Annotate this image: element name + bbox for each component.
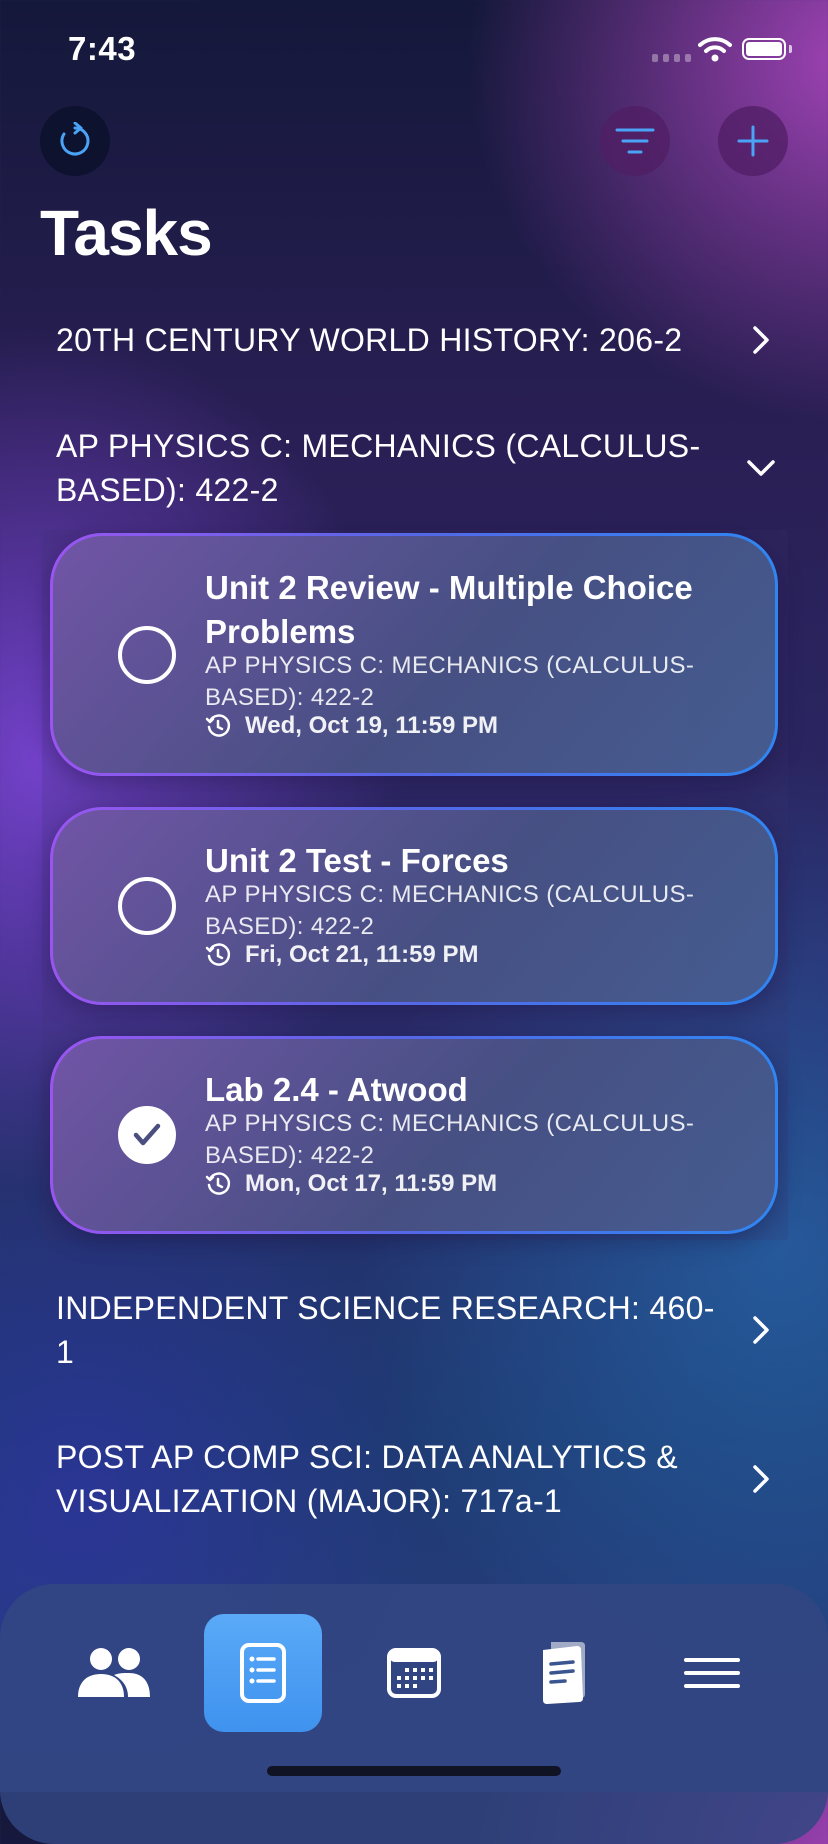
plus-icon (737, 125, 769, 157)
task-course: AP PHYSICS C: MECHANICS (CALCULUS-BASED)… (205, 652, 695, 711)
course-label: 20TH CENTURY WORLD HISTORY: 206-2 (56, 322, 683, 358)
tab-calendar[interactable] (355, 1614, 473, 1732)
chevron-down-icon (746, 459, 776, 477)
course-header-science-research[interactable]: INDEPENDENT SCIENCE RESEARCH: 460-1 (56, 1286, 776, 1374)
filter-icon (615, 128, 655, 154)
calendar-icon (387, 1648, 441, 1698)
home-indicator (267, 1766, 561, 1776)
tasks-list-icon (240, 1643, 286, 1703)
battery-icon (742, 38, 786, 60)
course-header-comp-sci[interactable]: POST AP COMP SCI: DATA ANALYTICS & VISUA… (56, 1435, 776, 1523)
task-checkbox[interactable] (118, 877, 176, 935)
tab-notes[interactable] (504, 1614, 622, 1732)
course-label: INDEPENDENT SCIENCE RESEARCH: 460-1 (56, 1290, 715, 1370)
checkmark-icon (133, 1123, 161, 1146)
page-title: Tasks (40, 197, 213, 269)
task-checkbox[interactable] (118, 626, 176, 684)
clock-history-icon (205, 714, 231, 737)
task-title: Unit 2 Review - Multiple Choice Problems (205, 569, 693, 650)
people-icon (78, 1648, 150, 1697)
task-due: Fri, Oct 21, 11:59 PM (205, 941, 478, 969)
battery-cap (789, 45, 792, 53)
clock-history-icon (205, 1172, 231, 1195)
chevron-right-icon (746, 1464, 776, 1494)
tab-people[interactable] (55, 1614, 173, 1732)
task-title: Unit 2 Test - Forces (205, 842, 509, 879)
task-checkbox-checked[interactable] (118, 1106, 176, 1164)
course-header-world-history[interactable]: 20TH CENTURY WORLD HISTORY: 206-2 (56, 318, 776, 362)
task-due-date: Fri, Oct 21, 11:59 PM (245, 941, 479, 968)
course-header-ap-physics[interactable]: AP PHYSICS C: MECHANICS (CALCULUS-BASED)… (56, 424, 776, 512)
task-course: AP PHYSICS C: MECHANICS (CALCULUS-BASED)… (205, 881, 695, 940)
task-due-date: Mon, Oct 17, 11:59 PM (245, 1170, 498, 1197)
course-label: AP PHYSICS C: MECHANICS (CALCULUS-BASED)… (56, 428, 701, 508)
clock-history-icon (205, 943, 231, 966)
task-due-date: Wed, Oct 19, 11:59 PM (245, 712, 498, 739)
filter-button[interactable] (600, 106, 670, 176)
task-due: Wed, Oct 19, 11:59 PM (205, 712, 498, 740)
menu-icon (684, 1658, 740, 1688)
chevron-right-icon (746, 1315, 776, 1345)
course-label: POST AP COMP SCI: DATA ANALYTICS & VISUA… (56, 1439, 678, 1519)
tab-tasks[interactable] (204, 1614, 322, 1732)
chevron-right-icon (746, 325, 776, 355)
refresh-icon (60, 122, 90, 156)
refresh-button[interactable] (40, 106, 110, 176)
notes-icon (543, 1642, 585, 1704)
task-title: Lab 2.4 - Atwood (205, 1071, 468, 1108)
wifi-icon (698, 36, 732, 67)
task-due: Mon, Oct 17, 11:59 PM (205, 1170, 497, 1198)
status-time: 7:43 (68, 30, 137, 67)
cellular-signal-icon (652, 54, 691, 62)
task-course: AP PHYSICS C: MECHANICS (CALCULUS-BASED)… (205, 1110, 695, 1169)
tab-menu[interactable] (653, 1614, 771, 1732)
add-task-button[interactable] (718, 106, 788, 176)
